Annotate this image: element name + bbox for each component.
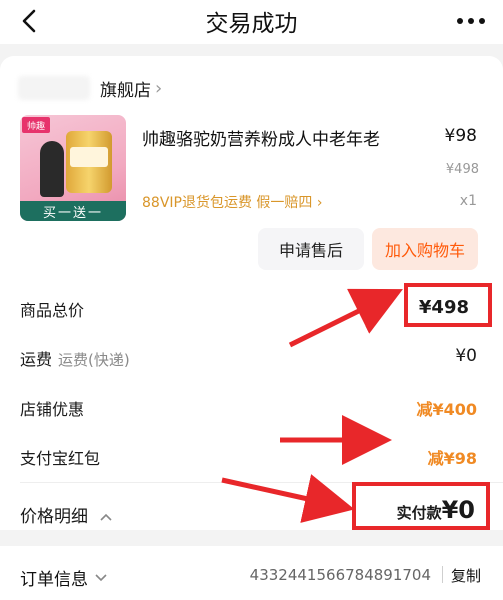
chevron-right-icon: › — [155, 78, 163, 99]
product-promo[interactable]: 88VIP退货包运费 假一赔四 › — [142, 192, 322, 212]
top-bar: 交易成功 — [0, 0, 503, 44]
shop-discount-label: 店铺优惠 — [20, 400, 85, 419]
shop-logo-blurred — [18, 76, 90, 100]
more-button[interactable] — [453, 6, 489, 36]
thumb-brand-logo: 帅趣 — [22, 117, 50, 133]
copy-button[interactable]: 复制 — [451, 565, 481, 586]
thumb-product-can — [66, 131, 112, 193]
page-title: 交易成功 — [205, 11, 298, 37]
order-info-toggle[interactable]: 订单信息 — [20, 565, 108, 590]
order-info-bar: 订单信息 4332441566784891704 复制 — [0, 546, 503, 600]
more-dots-icon — [457, 18, 485, 24]
shop-name: 旗舰店 — [100, 81, 151, 101]
alipay-row: 支付宝红包 减¥98 — [20, 445, 477, 469]
alipay-label: 支付宝红包 — [20, 449, 101, 468]
shop-discount-row: 店铺优惠 减¥400 — [20, 396, 477, 420]
shipping-row: 运费 运费(快递) ¥0 — [20, 346, 477, 370]
alipay-value: 减¥98 — [427, 449, 477, 468]
shipping-sub: 运费(快递) — [58, 351, 130, 369]
annotation-box-paid — [352, 482, 490, 530]
price-detail-label: 价格明细 — [20, 507, 88, 527]
annotation-box-total — [404, 283, 492, 327]
after-sale-button[interactable]: 申请售后 — [258, 228, 364, 270]
order-info-label: 订单信息 — [20, 570, 88, 590]
shipping-label: 运费 — [20, 350, 53, 369]
thumb-model — [40, 141, 64, 197]
total-label: 商品总价 — [20, 301, 85, 320]
shipping-value: ¥0 — [455, 346, 477, 366]
separator — [442, 566, 443, 583]
product-price: ¥98 — [444, 126, 477, 146]
add-to-cart-button[interactable]: 加入购物车 — [372, 228, 478, 270]
product-quantity: x1 — [459, 193, 477, 209]
chevron-up-icon — [100, 513, 112, 521]
shop-discount-value: 减¥400 — [416, 400, 477, 419]
thumb-banner: 买一送一 — [20, 201, 126, 221]
shop-link[interactable]: 旗舰店 › — [100, 76, 162, 101]
chevron-down-icon — [95, 573, 107, 581]
product-thumbnail[interactable]: 帅趣 买一送一 — [20, 115, 126, 221]
order-number: 4332441566784891704 — [249, 566, 431, 584]
product-original-price: ¥498 — [445, 162, 479, 177]
product-title[interactable]: 帅趣骆驼奶营养粉成人中老年老 — [142, 125, 422, 150]
